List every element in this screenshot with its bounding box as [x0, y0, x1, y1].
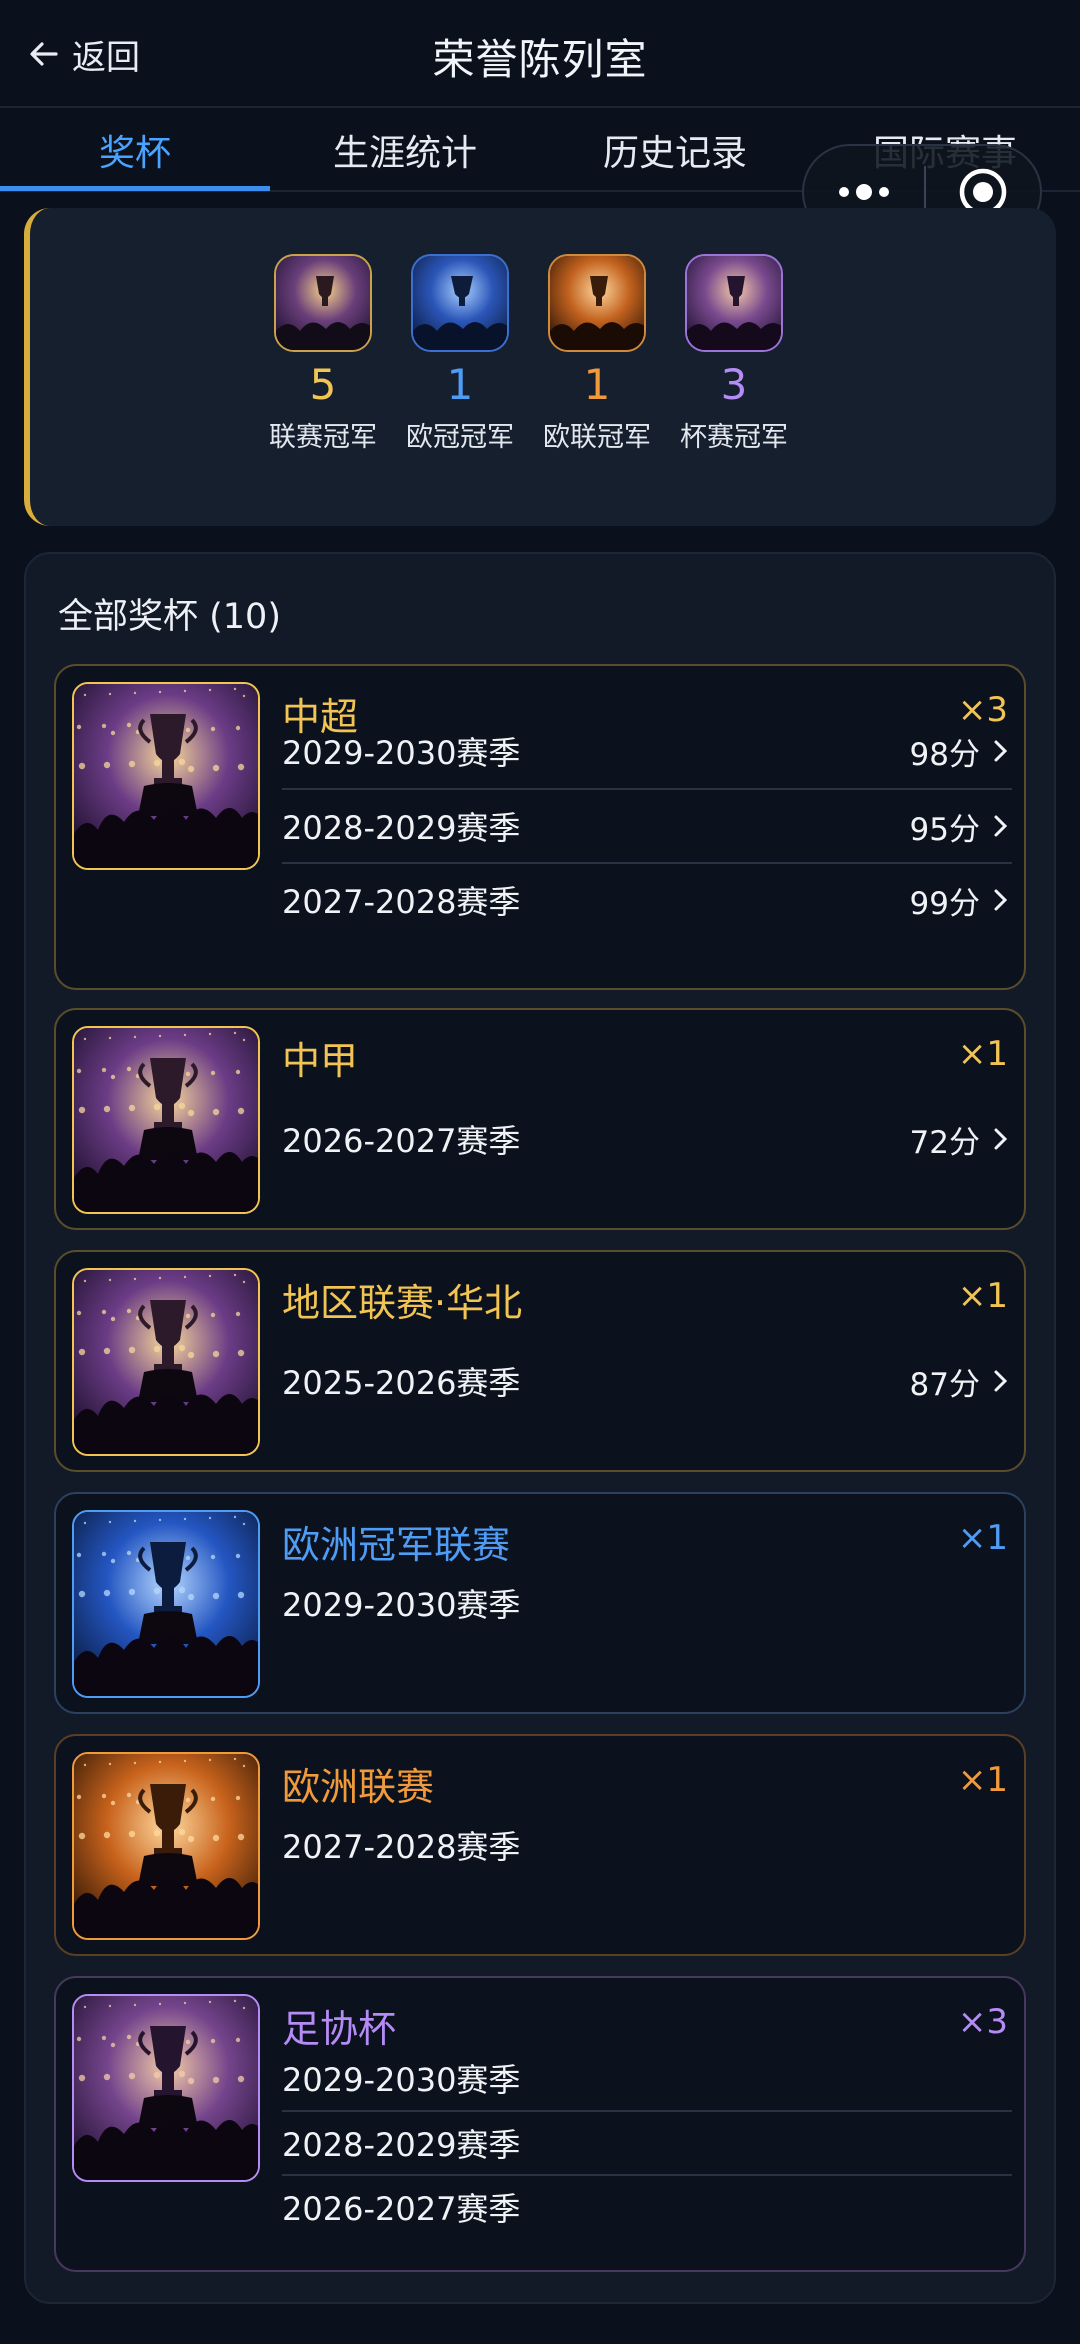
season-row[interactable]: 2028-2029赛季 95分: [282, 788, 1012, 862]
season-label: 2028-2029赛季: [282, 2126, 521, 2164]
stat-count: 1: [583, 360, 611, 409]
trophy-multiplier: ×1: [957, 1760, 1008, 1800]
season-label: 2026-2027赛季: [282, 1122, 521, 1160]
trophy-name: 地区联赛·华北: [282, 1281, 523, 1325]
trophy-multiplier: ×1: [957, 1518, 1008, 1558]
stat-label: 欧联冠军: [543, 422, 651, 453]
stat-count: 1: [446, 360, 474, 409]
stat-count: 3: [720, 360, 748, 409]
season-row[interactable]: 2027-2028赛季 99分: [282, 862, 1012, 936]
trophy-image: [274, 254, 372, 352]
season-row: 2028-2029赛季: [282, 2110, 1012, 2174]
season-row: 2026-2027赛季: [282, 2174, 1012, 2238]
season-label: 2029-2030赛季: [282, 2061, 521, 2099]
season-label: 2026-2027赛季: [282, 2190, 521, 2228]
trophy-image: [72, 1268, 260, 1456]
stat-count: 5: [309, 360, 337, 409]
active-tab-indicator: [0, 186, 270, 191]
season-score: 98分: [909, 736, 980, 773]
season-row: 2029-2030赛季: [282, 2046, 1012, 2110]
tab-career-stats[interactable]: 生涯统计: [270, 124, 540, 176]
season-label: 2029-2030赛季: [282, 734, 521, 772]
trophy-card: 欧洲联赛 ×1 2027-2028赛季: [54, 1734, 1026, 1956]
season-label: 2027-2028赛季: [282, 1828, 521, 1866]
trophy-image: [72, 1510, 260, 1698]
season-label: 2029-2030赛季: [282, 1586, 521, 1624]
trophy-card: 中超 ×3 2029-2030赛季 98分 2028-2029赛季 95分 20…: [54, 664, 1026, 990]
season-score: 95分: [909, 811, 980, 848]
season-label: 2025-2026赛季: [282, 1364, 521, 1402]
trophy-card: 地区联赛·华北 ×1 2025-2026赛季 87分: [54, 1250, 1026, 1472]
stat-cup[interactable]: 3 杯赛冠军: [669, 254, 799, 454]
honor-room-page: 返回 荣誉陈列室 奖杯 生涯统计 历史记录 国际赛事: [0, 0, 1080, 2344]
season-score: 72分: [909, 1124, 980, 1161]
season-row[interactable]: 2029-2030赛季 98分: [282, 714, 1012, 788]
trophy-multiplier: ×3: [957, 2002, 1008, 2042]
more-dots-icon: [839, 184, 889, 200]
season-row[interactable]: 2026-2027赛季 72分: [282, 1102, 1012, 1176]
trophy-card: 欧洲冠军联赛 ×1 2029-2030赛季: [54, 1492, 1026, 1714]
season-score: 99分: [909, 885, 980, 922]
stat-uel[interactable]: 1 欧联冠军: [532, 254, 662, 454]
header: 返回 荣誉陈列室: [0, 0, 1080, 108]
trophy-card: 中甲 ×1 2026-2027赛季 72分: [54, 1008, 1026, 1230]
season-score: 87分: [909, 1366, 980, 1403]
chevron-right-icon: [994, 815, 1008, 837]
season-row: 2029-2030赛季: [282, 1566, 1012, 1640]
trophy-name: 欧洲冠军联赛: [282, 1523, 511, 1567]
trophy-image: [411, 254, 509, 352]
trophy-name: 足协杯: [282, 2007, 397, 2051]
chevron-right-icon: [994, 889, 1008, 911]
trophy-multiplier: ×1: [957, 1034, 1008, 1074]
stat-ucl[interactable]: 1 欧冠冠军: [395, 254, 525, 454]
trophy-image: [72, 1994, 260, 2182]
stat-label: 杯赛冠军: [680, 422, 788, 453]
trophy-card: 足协杯 ×3 2029-2030赛季 2028-2029赛季 2026-2027…: [54, 1976, 1026, 2272]
season-label: 2028-2029赛季: [282, 809, 521, 847]
chevron-right-icon: [994, 1128, 1008, 1150]
chevron-right-icon: [994, 740, 1008, 762]
stat-league[interactable]: 5 联赛冠军: [258, 254, 388, 454]
tab-trophies[interactable]: 奖杯: [0, 124, 270, 176]
trophy-name: 欧洲联赛: [282, 1765, 435, 1809]
section-title: 全部奖杯 (10): [58, 597, 281, 637]
season-row[interactable]: 2025-2026赛季 87分: [282, 1344, 1012, 1418]
stat-label: 欧冠冠军: [406, 422, 514, 453]
trophy-name: 中甲: [282, 1039, 359, 1083]
season-row: 2027-2028赛季: [282, 1808, 1012, 1882]
chevron-right-icon: [994, 1370, 1008, 1392]
trophy-image: [548, 254, 646, 352]
trophy-image: [72, 1752, 260, 1940]
page-title: 荣誉陈列室: [432, 35, 648, 84]
trophy-image: [72, 682, 260, 870]
trophy-summary-card: 5 联赛冠军 1 欧冠冠军 1 欧联冠军 3 杯赛冠军: [24, 208, 1056, 526]
season-label: 2027-2028赛季: [282, 883, 521, 921]
trophy-image: [685, 254, 783, 352]
trophy-image: [72, 1026, 260, 1214]
trophy-multiplier: ×1: [957, 1276, 1008, 1316]
tab-history[interactable]: 历史记录: [540, 124, 810, 176]
stat-label: 联赛冠军: [269, 422, 377, 453]
